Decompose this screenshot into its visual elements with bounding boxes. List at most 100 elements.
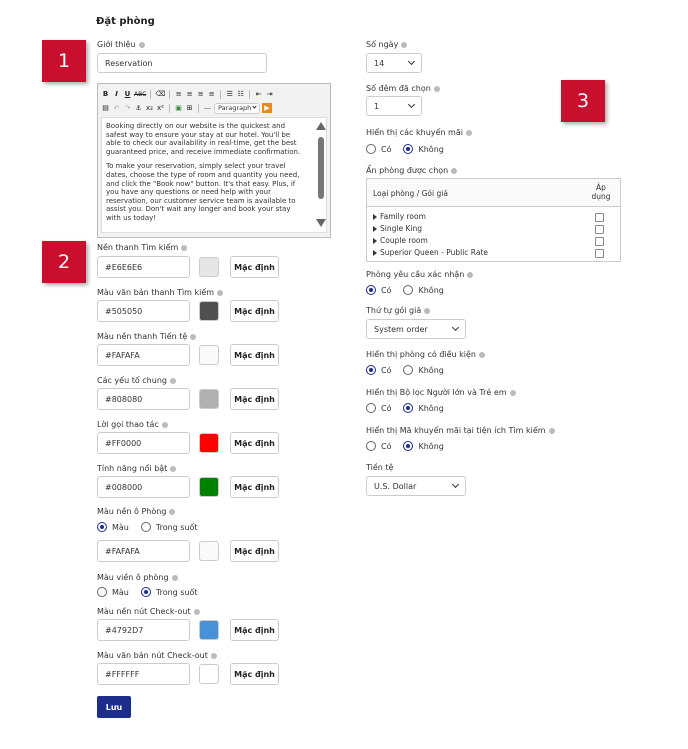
color-input-featured[interactable]: #008000 (97, 476, 190, 498)
indent-icon[interactable]: ⇥ (265, 89, 274, 99)
default-button-general[interactable]: Mặc định (230, 388, 279, 410)
paste-icon[interactable]: ▤ (101, 103, 110, 113)
align-right-icon[interactable]: ≡ (196, 89, 205, 99)
scroll-down-icon[interactable] (316, 219, 326, 227)
checkout-text-label: Màu văn bản nút Check-out (97, 651, 217, 660)
horizontal-rule-icon[interactable]: — (203, 103, 212, 113)
color-swatch-search-bg[interactable] (199, 257, 219, 277)
align-justify-icon[interactable]: ≡ (207, 89, 216, 99)
media-icon[interactable]: ▶ (262, 103, 272, 113)
paragraph-format-select[interactable]: Paragraph (214, 102, 260, 114)
room-checkbox[interactable] (595, 225, 604, 234)
room-checkbox[interactable] (595, 237, 604, 246)
order-label: Thứ tự gói giá (366, 306, 431, 315)
bullet-list-icon[interactable]: ☰ (225, 89, 234, 99)
color-swatch-checkout-text[interactable] (199, 664, 219, 684)
info-icon (401, 41, 408, 48)
strikethrough-button[interactable]: ABC (134, 89, 146, 99)
default-button-featured[interactable]: Mặc định (230, 476, 279, 498)
confirm-radio-yes[interactable] (366, 285, 376, 295)
adult-child-label: Hiển thị Bộ lọc Người lớn và Trẻ em (366, 388, 516, 397)
table-icon[interactable]: ⊞ (185, 103, 194, 113)
days-select[interactable]: 14 (366, 53, 422, 73)
info-icon (193, 608, 200, 615)
default-button-currency-bg[interactable]: Mặc định (230, 344, 279, 366)
color-input-general[interactable]: #808080 (97, 388, 190, 410)
chevron-down-icon (451, 323, 460, 332)
default-button-checkout-text[interactable]: Mặc định (230, 663, 279, 685)
adult-child-radio-no[interactable] (403, 403, 414, 413)
underline-button[interactable]: U (123, 89, 132, 99)
info-icon (210, 652, 217, 659)
room-bg-radio-color[interactable] (97, 522, 107, 532)
default-button-checkout-bg[interactable]: Mặc định (230, 619, 279, 641)
image-icon[interactable]: ▣ (174, 103, 183, 113)
bold-button[interactable]: B (101, 89, 110, 99)
color-input-checkout-bg[interactable]: #4792D7 (97, 619, 190, 641)
info-icon (465, 129, 472, 136)
anchor-icon[interactable]: ⚓ (134, 103, 143, 113)
color-input-currency-bg[interactable]: #FAFAFA (97, 344, 190, 366)
color-input-room-bg[interactable]: #FAFAFA (97, 540, 190, 562)
color-input-checkout-text[interactable]: #FFFFFF (97, 663, 190, 685)
default-button-search-text[interactable]: Mặc định (230, 300, 279, 322)
room-row: Single King (373, 224, 422, 233)
color-input-search-text[interactable]: #505050 (97, 300, 190, 322)
superscript-icon[interactable]: x² (156, 103, 165, 113)
subscript-icon[interactable]: x₂ (145, 103, 154, 113)
annotation-badge-3: 3 (561, 80, 605, 122)
scroll-thumb[interactable] (318, 137, 324, 199)
eraser-icon[interactable]: ⌫ (155, 89, 165, 99)
promos-radio-no[interactable] (403, 144, 414, 154)
undo-icon[interactable]: ↶ (112, 103, 121, 113)
scroll-up-icon[interactable] (316, 122, 326, 130)
color-swatch-featured[interactable] (199, 477, 219, 497)
chevron-down-icon (252, 104, 257, 109)
color-swatch-general[interactable] (199, 389, 219, 409)
editor-toolbar-row-2: ▤ ↶ ↷ ⚓ x₂ x² ▣ ⊞ — Paragraph ▶ (101, 102, 272, 114)
intro-label: Giới thiệu (97, 40, 145, 49)
color-label-search-bg: Nền thanh Tìm kiếm (97, 243, 188, 252)
room-border-radio-color[interactable] (97, 587, 107, 597)
info-icon (169, 508, 176, 515)
hide-rooms-table: Loại phòng / Gói giá Áp dụng Family room … (366, 178, 621, 262)
editor-content[interactable]: Booking directly on our website is the q… (101, 117, 327, 233)
redo-icon[interactable]: ↷ (123, 103, 132, 113)
color-swatch-currency-bg[interactable] (199, 345, 219, 365)
color-input-search-bg[interactable]: #E6E6E6 (97, 256, 190, 278)
editor-scrollbar[interactable] (316, 122, 326, 227)
adult-child-radio-yes[interactable] (366, 403, 376, 413)
editor-paragraph: To make your reservation, simply select … (106, 162, 300, 222)
color-swatch-room-bg[interactable] (199, 541, 219, 561)
info-icon (181, 244, 188, 251)
promo-code-radio-yes[interactable] (366, 441, 376, 451)
color-swatch-checkout-bg[interactable] (199, 620, 219, 640)
order-select[interactable]: System order (366, 319, 466, 339)
color-swatch-cta[interactable] (199, 433, 219, 453)
info-icon (171, 574, 178, 581)
nights-label: Số đêm đã chọn (366, 84, 440, 93)
promos-radio-yes[interactable] (366, 144, 376, 154)
color-swatch-search-text[interactable] (199, 301, 219, 321)
conditional-radio-yes[interactable] (366, 365, 376, 375)
save-button[interactable]: Lưu (97, 696, 131, 718)
conditional-radio-no[interactable] (403, 365, 414, 375)
italic-button[interactable]: I (112, 89, 121, 99)
default-button-search-bg[interactable]: Mặc định (230, 256, 279, 278)
currency-select[interactable]: U.S. Dollar (366, 476, 466, 496)
outdent-icon[interactable]: ⇤ (254, 89, 263, 99)
promo-code-radio-no[interactable] (403, 441, 414, 451)
nights-select[interactable]: 1 (366, 96, 422, 116)
align-center-icon[interactable]: ≡ (185, 89, 194, 99)
confirm-radio-no[interactable] (403, 285, 414, 295)
room-border-radio-transparent[interactable] (140, 587, 151, 597)
room-checkbox[interactable] (595, 213, 604, 222)
default-button-cta[interactable]: Mặc định (230, 432, 279, 454)
align-left-icon[interactable]: ≡ (174, 89, 183, 99)
intro-input[interactable]: Reservation (97, 53, 267, 73)
numbered-list-icon[interactable]: ☷ (236, 89, 245, 99)
default-button-room-bg[interactable]: Mặc định (230, 540, 279, 562)
room-bg-radio-transparent[interactable] (140, 522, 151, 532)
color-input-cta[interactable]: #FF0000 (97, 432, 190, 454)
room-checkbox[interactable] (595, 249, 604, 258)
